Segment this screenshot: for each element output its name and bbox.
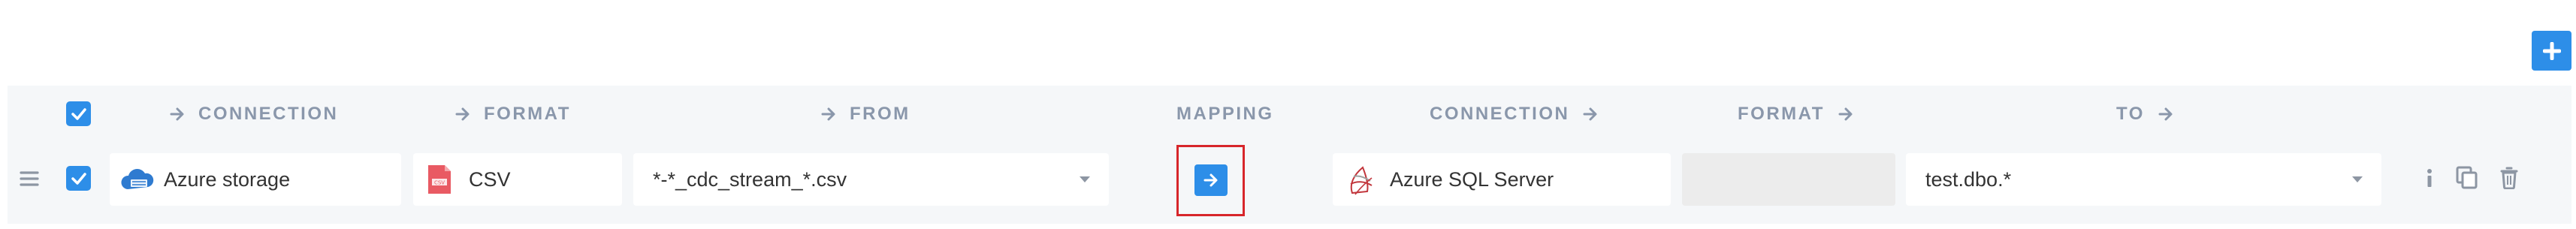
- to-value: test.dbo.*: [1925, 167, 2012, 191]
- sql-server-icon: [1350, 166, 1373, 195]
- trash-icon[interactable]: [2500, 167, 2518, 190]
- header-to-label: TO: [2116, 104, 2145, 124]
- header-dest-connection: CONNECTION: [1430, 104, 1598, 125]
- from-select[interactable]: *-*_cdc_stream_*.csv: [633, 153, 1109, 206]
- dest-connection-field[interactable]: Azure SQL Server: [1333, 153, 1671, 206]
- header-dest-format-label: FORMAT: [1738, 104, 1825, 124]
- select-all-checkbox[interactable]: [66, 101, 91, 126]
- svg-text:CSV: CSV: [434, 180, 445, 186]
- arrow-right-icon: [2158, 107, 2173, 121]
- from-value: *-*_cdc_stream_*.csv: [653, 167, 847, 191]
- arrow-right-icon: [170, 107, 184, 121]
- copy-icon[interactable]: [2456, 166, 2478, 190]
- dest-connection-label: Azure SQL Server: [1390, 167, 1554, 191]
- dest-format-field[interactable]: [1682, 153, 1895, 206]
- header-from-label: FROM: [850, 104, 911, 124]
- plus-icon: [2542, 41, 2561, 60]
- header-from: FROM: [821, 104, 911, 125]
- header-mapping: MAPPING: [1176, 104, 1274, 125]
- arrow-right-icon: [1203, 173, 1218, 187]
- azure-cloud-icon: [121, 169, 154, 189]
- header-source-format-label: FORMAT: [484, 104, 571, 124]
- source-format-label: CSV: [469, 167, 511, 191]
- source-connection-field[interactable]: Azure storage: [110, 153, 401, 206]
- row-checkbox[interactable]: [66, 166, 91, 191]
- check-icon: [71, 172, 86, 185]
- check-icon: [71, 107, 86, 120]
- header-source-connection-label: CONNECTION: [198, 104, 339, 124]
- chevron-down-icon: [2352, 176, 2363, 182]
- drag-handle-icon[interactable]: [20, 170, 39, 188]
- add-row-button[interactable]: [2532, 31, 2571, 71]
- header-source-format: FORMAT: [455, 104, 571, 125]
- to-select[interactable]: test.dbo.*: [1906, 153, 2381, 206]
- header-to: TO: [2116, 104, 2173, 125]
- header-dest-format: FORMAT: [1738, 104, 1853, 125]
- arrow-right-icon: [821, 107, 835, 121]
- source-format-field[interactable]: CSV CSV: [413, 153, 622, 206]
- arrow-right-icon: [1583, 107, 1597, 121]
- arrow-right-icon: [1838, 107, 1853, 121]
- csv-file-icon: CSV: [428, 165, 451, 194]
- header-source-connection: CONNECTION: [170, 104, 338, 125]
- chevron-down-icon: [1080, 176, 1090, 182]
- source-connection-label: Azure storage: [164, 167, 291, 191]
- arrow-right-icon: [455, 107, 470, 121]
- header-dest-connection-label: CONNECTION: [1430, 104, 1570, 124]
- info-icon[interactable]: [2424, 167, 2435, 188]
- mapping-button[interactable]: [1194, 164, 1228, 196]
- header-mapping-label: MAPPING: [1176, 104, 1274, 124]
